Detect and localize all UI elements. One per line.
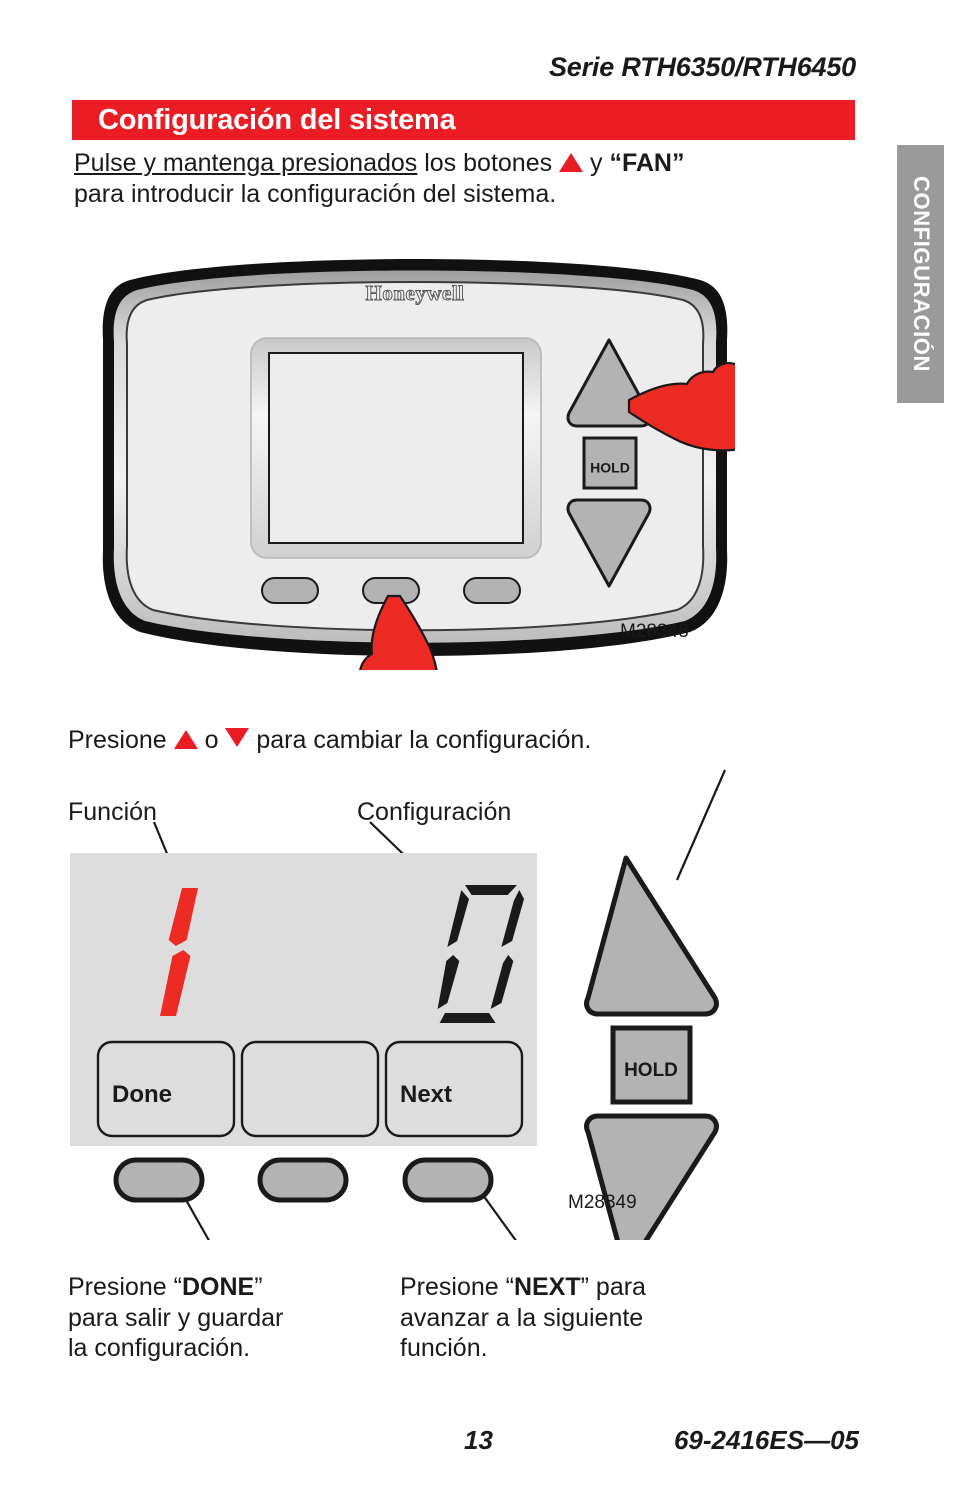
- physical-key-next: [402, 1157, 494, 1203]
- triangle-up-red-icon: [559, 153, 584, 172]
- lcd-hold-key-label: HOLD: [624, 1060, 678, 1081]
- callout-next-post: ” para: [580, 1273, 646, 1301]
- lcd-hold-key: HOLD: [610, 1025, 693, 1105]
- series-title: Serie RTH6350/RTH6450: [549, 52, 856, 82]
- callout-done: Presione “DONE” para salir y guardar la …: [68, 1272, 368, 1364]
- leader-up-key: [675, 769, 727, 881]
- intro-fan-label: “FAN”: [609, 149, 685, 177]
- callout-next-line2: avanzar a la siguiente: [400, 1303, 644, 1332]
- honeywell-logo: Honeywell: [366, 281, 465, 305]
- callout-next-pre: Presione “: [400, 1273, 514, 1301]
- section-banner: Configuración del sistema: [72, 100, 855, 140]
- lcd-up-key: [584, 855, 719, 1017]
- page-number: 13: [464, 1425, 493, 1455]
- thermostat-screen: [250, 337, 542, 559]
- callout-done-line3: la configuración.: [68, 1334, 251, 1362]
- intro-underlined-text: Pulse y mantenga presionados: [74, 149, 418, 177]
- instruction-pre: Presione: [68, 726, 174, 754]
- thermostat-hold-key: HOLD: [582, 436, 638, 490]
- intro-join-text: y: [583, 149, 610, 177]
- intro-line2: para introducir la configuración del sis…: [74, 180, 557, 208]
- lcd-softkeys: Done Next: [96, 1040, 524, 1138]
- section-title: Configuración del sistema: [98, 104, 456, 136]
- figure2-code: M28349: [568, 1192, 637, 1213]
- intro-mid-text: los botones: [417, 149, 560, 177]
- lcd-softkey-next-label: Next: [400, 1081, 452, 1108]
- callout-done-post: ”: [254, 1273, 263, 1301]
- physical-softkeys: [113, 1157, 494, 1203]
- lcd-softkey-done-label: Done: [112, 1081, 172, 1108]
- hold-key-label: HOLD: [590, 460, 630, 476]
- instruction-o: o: [197, 726, 226, 754]
- lcd-down-key: [584, 1113, 719, 1240]
- callout-done-pre: Presione “: [68, 1273, 182, 1301]
- change-setting-instruction: Presione o para cambiar la configuración…: [68, 726, 591, 755]
- callout-done-bold: DONE: [181, 1273, 255, 1301]
- lcd-softkey-middle: [240, 1040, 380, 1138]
- intro-instruction: Pulse y mantenga presionados los botones…: [74, 148, 874, 210]
- side-tab-label: CONFIGURACIÓN: [908, 175, 934, 373]
- callout-done-line2: para salir y guardar: [68, 1303, 284, 1332]
- physical-key-middle: [257, 1157, 349, 1203]
- callout-next-bold: NEXT: [513, 1273, 581, 1301]
- instruction-post: para cambiar la configuración.: [249, 726, 592, 754]
- document-code: 69-2416ES—05: [673, 1425, 859, 1455]
- callout-next-line3: función.: [400, 1334, 488, 1362]
- callout-next: Presione “NEXT” para avanzar a la siguie…: [400, 1272, 710, 1364]
- triangle-down-red-icon: [225, 728, 250, 747]
- thermostat-figure: Honeywell HOLD M28348: [95, 250, 735, 670]
- figure1-code: M28348: [620, 621, 689, 642]
- physical-key-done: [113, 1157, 205, 1203]
- lcd-figure: Done Next HOLD M28349: [60, 760, 780, 1240]
- section-side-tab: CONFIGURACIÓN: [897, 145, 944, 403]
- triangle-up-red-icon: [173, 730, 198, 749]
